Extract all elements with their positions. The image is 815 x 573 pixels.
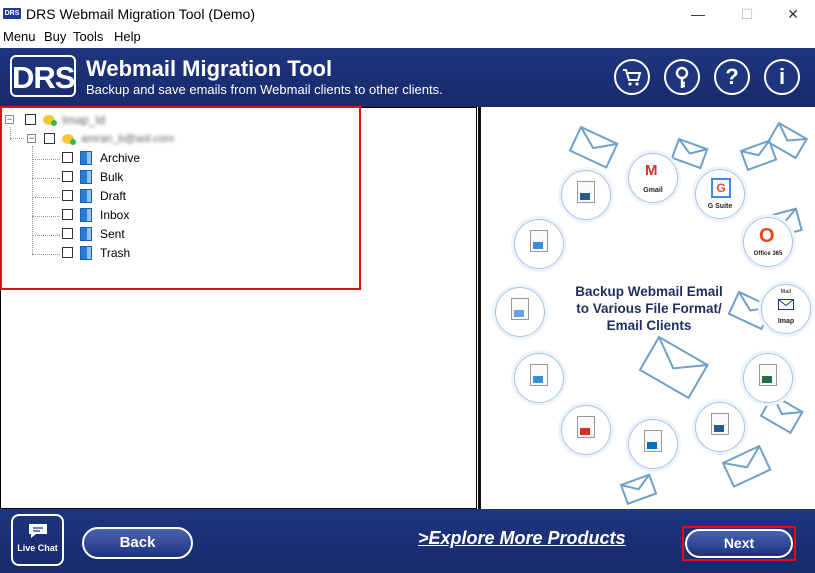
folder-label: Sent	[100, 227, 125, 241]
gmail-item: M Gmail	[628, 153, 678, 203]
folder-icon	[80, 227, 92, 241]
folder-checkbox[interactable]	[62, 152, 73, 163]
account-group-icon	[43, 115, 57, 126]
pdf-file-icon	[577, 416, 595, 438]
minimize-button[interactable]: —	[688, 4, 708, 24]
cart-icon	[623, 69, 642, 86]
info-icon: i	[778, 64, 786, 89]
msg-item: MSG	[514, 353, 564, 403]
folder-checkbox[interactable]	[62, 209, 73, 220]
title-bar: DRS DRS Webmail Migration Tool (Demo) — …	[0, 0, 815, 27]
app-header: DRS Webmail Migration Tool Backup and sa…	[0, 48, 815, 107]
account-icon	[62, 134, 76, 145]
collapse-toggle[interactable]: −	[5, 115, 14, 124]
folder-checkbox[interactable]	[62, 247, 73, 258]
folder-checkbox[interactable]	[62, 190, 73, 201]
folder-label: Inbox	[100, 208, 130, 222]
docx-file-icon	[577, 181, 595, 203]
menu-item-tools[interactable]: Tools	[73, 29, 103, 44]
cart-button[interactable]	[614, 59, 650, 95]
msg-file-icon	[530, 364, 548, 386]
folder-tree-panel: − Imap_Id − amran_b@aol.com Archive Bulk…	[0, 106, 477, 509]
drs-logo: DRS	[10, 55, 76, 97]
app-icon: DRS	[3, 8, 21, 19]
folder-icon	[80, 189, 92, 203]
folder-icon	[80, 170, 92, 184]
help-button[interactable]: ?	[714, 59, 750, 95]
account-checkbox[interactable]	[44, 133, 55, 144]
mbox-item: MBOX	[495, 287, 545, 337]
account-label: amran_b@aol.com	[81, 133, 175, 145]
eml-item: EML	[514, 219, 564, 269]
menu-item-menu[interactable]: Menu	[3, 29, 36, 44]
mbox-file-icon	[511, 298, 529, 320]
folder-checkbox[interactable]	[62, 228, 73, 239]
back-button[interactable]: Back	[82, 527, 193, 559]
doc-item: DOC	[695, 402, 745, 452]
folder-label: Draft	[100, 189, 127, 203]
folder-label: Archive	[100, 151, 141, 165]
maximize-button[interactable]: ☐	[737, 4, 757, 24]
doc-file-icon	[711, 413, 729, 435]
docx-item: DOCX	[561, 170, 611, 220]
root-label: Imap_Id	[62, 113, 106, 127]
next-button[interactable]: Next	[685, 529, 793, 558]
header-subtitle: Backup and save emails from Webmail clie…	[86, 82, 443, 97]
folder-checkbox[interactable]	[62, 171, 73, 182]
footer-bar: Live Chat Back >Explore More Products Ne…	[0, 509, 815, 573]
eml-file-icon	[530, 230, 548, 252]
gmail-icon: M	[645, 162, 658, 179]
folder-icon	[80, 246, 92, 260]
pdf-item: PDF	[561, 405, 611, 455]
root-checkbox[interactable]	[25, 114, 36, 125]
pst-item: PST	[628, 419, 678, 469]
folder-label: Trash	[100, 246, 131, 260]
imap-mail-icon	[778, 299, 794, 310]
gsuite-icon: G	[711, 178, 731, 198]
folder-label: Bulk	[100, 170, 124, 184]
pst-file-icon	[644, 430, 662, 452]
window-title: DRS Webmail Migration Tool (Demo)	[26, 6, 255, 22]
menu-bar: Menu Buy Tools Help	[0, 27, 815, 47]
chat-bubble-icon	[28, 524, 47, 538]
menu-item-buy[interactable]: Buy	[44, 29, 66, 44]
office365-item: O Office 365	[743, 217, 793, 267]
promo-headline: Backup Webmail Email to Various File For…	[575, 284, 723, 333]
promo-panel: Backup Webmail Email to Various File For…	[478, 107, 815, 509]
office365-icon: O	[759, 225, 775, 247]
folder-icon	[80, 151, 92, 165]
csv-file-icon	[759, 364, 777, 386]
collapse-toggle[interactable]: −	[27, 134, 36, 143]
folder-icon	[80, 208, 92, 222]
menu-item-help[interactable]: Help	[114, 29, 141, 44]
key-icon	[675, 66, 689, 88]
info-button[interactable]: i	[764, 59, 800, 95]
imap-item: Mail Imap	[761, 284, 811, 334]
csv-item: CSV	[743, 353, 793, 403]
header-title: Webmail Migration Tool	[86, 56, 333, 81]
live-chat-button[interactable]: Live Chat	[11, 514, 64, 566]
explore-more-link[interactable]: >Explore More Products	[418, 528, 626, 549]
gsuite-item: G G Suite	[695, 169, 745, 219]
help-icon: ?	[725, 64, 739, 89]
activate-button[interactable]	[664, 59, 700, 95]
close-button[interactable]: ✕	[783, 4, 803, 24]
